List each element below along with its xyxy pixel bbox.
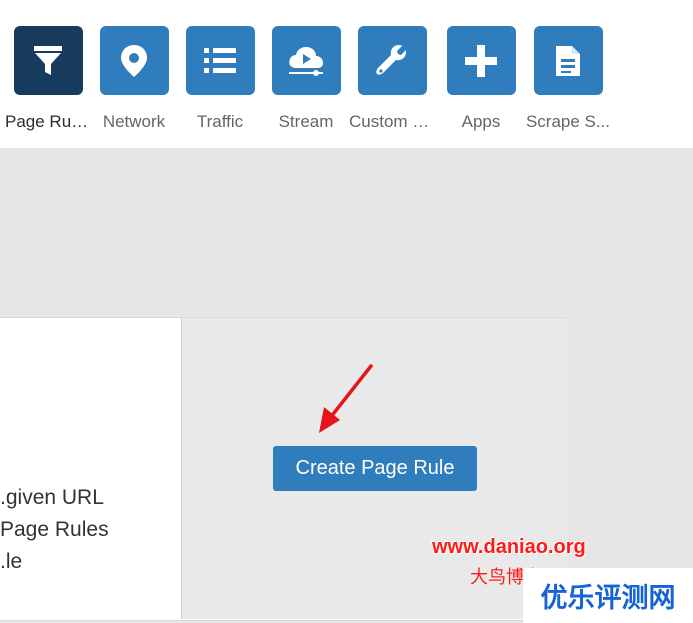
card-description-line-3: le. (0, 550, 23, 573)
nav-tile-network[interactable] (99, 26, 169, 95)
nav-label-custom-pages: Custom P... (349, 112, 435, 131)
plus-icon (464, 44, 498, 78)
nav-tile-apps[interactable] (446, 26, 516, 95)
nav-tile-stream[interactable] (271, 26, 341, 95)
top-navigation-bar: Page Rules Network Traffic Stream Custom… (0, 0, 693, 148)
location-pin-icon (119, 43, 149, 79)
filter-icon (32, 44, 64, 78)
cloud-play-icon (286, 44, 326, 78)
nav-tile-page-rules[interactable] (13, 26, 83, 95)
annotation-arrow-icon (319, 364, 373, 433)
nav-tile-custom-pages[interactable] (357, 26, 427, 95)
nav-tile-scrape-shield[interactable] (533, 26, 603, 95)
nav-item-network[interactable]: Network (91, 26, 177, 132)
card-description-line-1: given URL. (0, 486, 104, 509)
nav-item-custom-pages[interactable]: Custom P... (349, 26, 435, 132)
nav-label-scrape-shield: Scrape S... (525, 112, 611, 131)
nav-item-scrape-shield[interactable]: Scrape S... (525, 26, 611, 132)
nav-label-page-rules: Page Rules (5, 112, 91, 131)
nav-item-page-rules[interactable]: Page Rules (5, 26, 91, 132)
nav-item-stream[interactable]: Stream (263, 26, 349, 132)
list-icon (203, 46, 237, 76)
nav-item-apps[interactable]: Apps (438, 26, 524, 132)
nav-label-network: Network (102, 112, 166, 131)
nav-label-stream: Stream (278, 112, 334, 131)
nav-label-apps: Apps (461, 112, 501, 131)
wrench-icon (375, 44, 409, 78)
watermark-logo: 优乐评测网 (523, 568, 693, 623)
nav-label-traffic: Traffic (196, 112, 244, 131)
document-icon (554, 44, 582, 78)
nav-tile-traffic[interactable] (185, 26, 255, 95)
card-description: given URL. Page Rules le. (0, 482, 180, 578)
nav-item-traffic[interactable]: Traffic (177, 26, 263, 132)
create-page-rule-button[interactable]: Create Page Rule (273, 446, 477, 491)
card-description-line-2: Page Rules (0, 518, 109, 541)
watermark-url: www.daniao.org (432, 536, 586, 558)
